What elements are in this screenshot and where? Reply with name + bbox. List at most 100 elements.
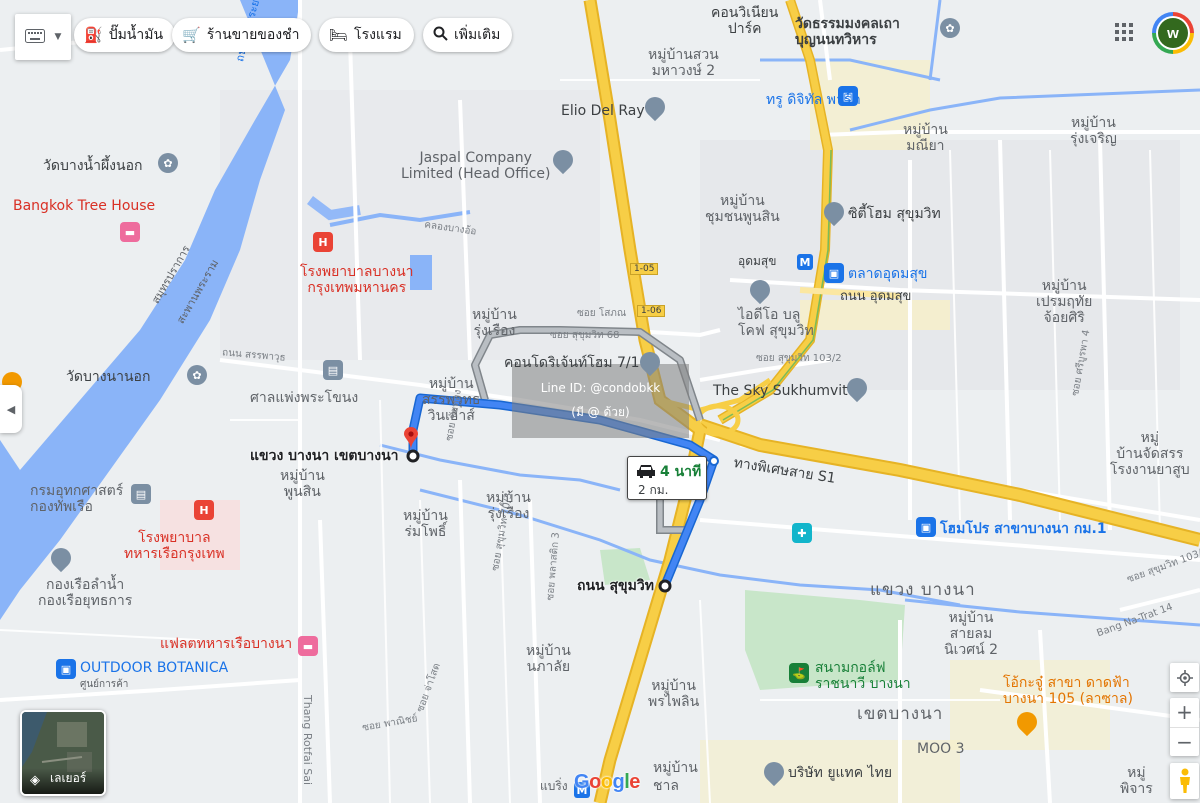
- zoom-controls: + −: [1170, 698, 1199, 756]
- temple-pin-icon[interactable]: ✿: [187, 365, 207, 385]
- apps-grid-button[interactable]: [1114, 22, 1134, 42]
- shopping-cart-icon: 🛒: [182, 26, 201, 44]
- place-label: Jaspal Company Limited (Head Office): [401, 150, 551, 183]
- place-label: หมู่บ้าน พรไพลิน: [648, 678, 700, 711]
- chip-groceries[interactable]: 🛒 ร้านขายของชำ: [172, 18, 312, 52]
- my-location-icon: [1176, 669, 1193, 686]
- layers-button[interactable]: ◈ เลเยอร์: [20, 710, 106, 796]
- hotel-bed-icon: 🛏: [329, 26, 349, 44]
- place-label: วัดบางนานอก: [66, 369, 151, 385]
- district-label: แขวง บางนา: [870, 580, 976, 600]
- place-label: Elio Del Ray: [561, 103, 645, 119]
- place-label: หมู่บ้าน มณียา: [903, 122, 948, 155]
- government-pin-icon[interactable]: ▤: [323, 360, 343, 380]
- golf-pin-icon[interactable]: ⛳: [789, 663, 809, 683]
- place-label: วัดบางน้ำผึ้งนอก: [43, 158, 143, 174]
- place-label: โรงพยาบาล ทหารเรือกรุงเทพ: [124, 530, 225, 563]
- collapse-panel-button[interactable]: ◀: [0, 385, 22, 433]
- route-info-bubble[interactable]: 4 นาที 2 กม.: [627, 456, 707, 500]
- place-label: ชาล: [653, 778, 679, 794]
- input-tools-button[interactable]: ▼: [15, 14, 71, 60]
- road-label: Thang Rotfai Sai: [301, 695, 314, 786]
- place-label: หมู่บ้าน เปรมฤทัย จ้อยศิริ: [1036, 278, 1093, 327]
- place-label: โรงพยาบาลบางนา กรุงเทพมหานคร: [300, 264, 414, 297]
- place-label: Bangkok Tree House: [13, 198, 156, 214]
- government-pin-icon[interactable]: ▤: [131, 484, 151, 504]
- street-view-pegman-button[interactable]: [1170, 763, 1199, 799]
- place-label: สนามกอล์ฟ ราชนาวี บางนา: [815, 660, 911, 693]
- zoom-in-button[interactable]: +: [1170, 698, 1199, 728]
- chip-label: ปั๊มน้ำมัน: [108, 27, 164, 43]
- place-label: อุดมสุข: [738, 254, 777, 268]
- my-location-button[interactable]: [1170, 663, 1199, 692]
- search-icon: [433, 26, 448, 45]
- place-label: หมู่บ้าน พูนสิน: [280, 468, 325, 501]
- place-label: โฮมโปร สาขาบางนา กม.1: [940, 521, 1107, 537]
- apps-grid-icon: [1115, 23, 1133, 41]
- route-duration: 4 นาที: [660, 464, 702, 480]
- road-label: ถนน อุดมสุข: [840, 289, 912, 304]
- place-label: แบริ่ง: [540, 779, 568, 793]
- district-label: เขตบางนา: [857, 704, 944, 724]
- route-distance: 2 กม.: [638, 483, 669, 497]
- route-destination-label: แขวง บางนา เขตบางนา: [250, 448, 399, 464]
- chip-hotels[interactable]: 🛏 โรงแรม: [319, 18, 414, 52]
- road-label: ซอย โสภณ: [577, 308, 627, 319]
- place-label: ศูนย์การค้า: [80, 679, 129, 690]
- shopping-pin-icon[interactable]: ▣: [56, 659, 76, 679]
- place-label: หมู่บ้าน ร่มโพธิ์: [403, 508, 448, 541]
- hotel-pin-icon[interactable]: ▬: [120, 222, 140, 242]
- transit-station-icon[interactable]: M: [797, 254, 813, 270]
- place-label: หมู่บ้าน รุ่งเจริญ: [1070, 115, 1117, 148]
- medical-pin-icon[interactable]: ✚: [792, 523, 812, 543]
- chip-label: ร้านขายของชำ: [206, 27, 300, 43]
- chip-label: เพิ่มเติม: [454, 27, 501, 43]
- route-origin-label: ถนน สุขุมวิท: [577, 578, 654, 594]
- chip-gas-stations[interactable]: ⛽ ปั๊มน้ำมัน: [74, 18, 176, 52]
- place-label: บริษัท ยูแทค ไทย: [788, 765, 893, 781]
- chevron-down-icon: ▼: [54, 32, 62, 42]
- place-label: ซิตี้โฮม สุขุมวิท: [848, 206, 941, 222]
- pegman-icon: [1179, 768, 1190, 793]
- place-label: วัดธรรมมงคลเถา บุญนนทวิหาร: [795, 16, 900, 49]
- watermark-line-1: Line ID: @condobkk: [540, 380, 661, 395]
- watermark-line-2: (มี @ ด้วย): [571, 404, 630, 419]
- place-label: คอนโดริเจ้นท์โฮม 7/1: [504, 355, 640, 371]
- home-store-pin-icon[interactable]: ▣: [916, 517, 936, 537]
- place-label: OUTDOOR BOTANICA: [80, 660, 229, 676]
- place-label: กรมอุทกศาสตร์ กองทัพเรือ: [30, 483, 124, 516]
- google-logo: Google: [574, 771, 640, 793]
- place-label: หมู่ บ้านจัดสรร โรงงานยาสูบ: [1110, 430, 1190, 479]
- gas-station-icon: ⛽: [84, 26, 103, 44]
- place-label: ทรู ดิจิทัล พาร์ค: [766, 92, 861, 108]
- highway-shield: 1-05: [630, 263, 659, 276]
- place-label: โอ้กะจู๋ สาขา ดาดฟ้า บางนา 105 (ลาซาล): [1003, 675, 1133, 708]
- shopping-pin-icon[interactable]: ▣: [824, 263, 844, 283]
- chip-more[interactable]: เพิ่มเติม: [423, 18, 513, 52]
- chip-label: โรงแรม: [354, 27, 402, 43]
- place-label: หมู่บ้าน รุ่งเรือง: [472, 307, 517, 340]
- place-label: กองเรือลำน้ำ กองเรือยุทธการ: [38, 577, 133, 610]
- place-label: ตลาดอุดมสุข: [848, 266, 928, 282]
- place-label: หมู่ พิจาร: [1120, 765, 1153, 798]
- hospital-pin-icon[interactable]: H: [313, 232, 333, 252]
- temple-pin-icon[interactable]: ✿: [158, 153, 178, 173]
- chevron-left-icon: ◀: [6, 402, 16, 416]
- place-label: หมู่บ้าน: [653, 760, 698, 776]
- place-label: หมู่บ้านสวน มหาวงษ์ 2: [648, 47, 719, 80]
- account-avatar[interactable]: w: [1152, 12, 1194, 54]
- avatar-letter: w: [1158, 18, 1188, 48]
- zoom-out-button[interactable]: −: [1170, 728, 1199, 757]
- highway-shield: 1-06: [637, 305, 666, 318]
- hospital-pin-icon[interactable]: H: [194, 500, 214, 520]
- place-label: หมู่บ้าน นภาลัย: [526, 643, 571, 676]
- place-label: The Sky Sukhumvit: [713, 383, 848, 399]
- road-label: ซอย สุขุมวิท 68: [550, 330, 620, 341]
- place-label: คอนวิเนียน ปาร์ค: [711, 5, 779, 38]
- temple-pin-icon[interactable]: ✿: [940, 18, 960, 38]
- watermark-overlay: Line ID: @condobkk (มี @ ด้วย): [512, 364, 689, 438]
- layers-icon: ◈: [30, 773, 40, 788]
- place-label: ไอดีโอ บลู โคฟ สุขุมวิท: [738, 307, 814, 340]
- hotel-pin-icon[interactable]: ▬: [298, 636, 318, 656]
- place-label: หมู่บ้าน สายลม นิเวศน์ 2: [944, 610, 999, 659]
